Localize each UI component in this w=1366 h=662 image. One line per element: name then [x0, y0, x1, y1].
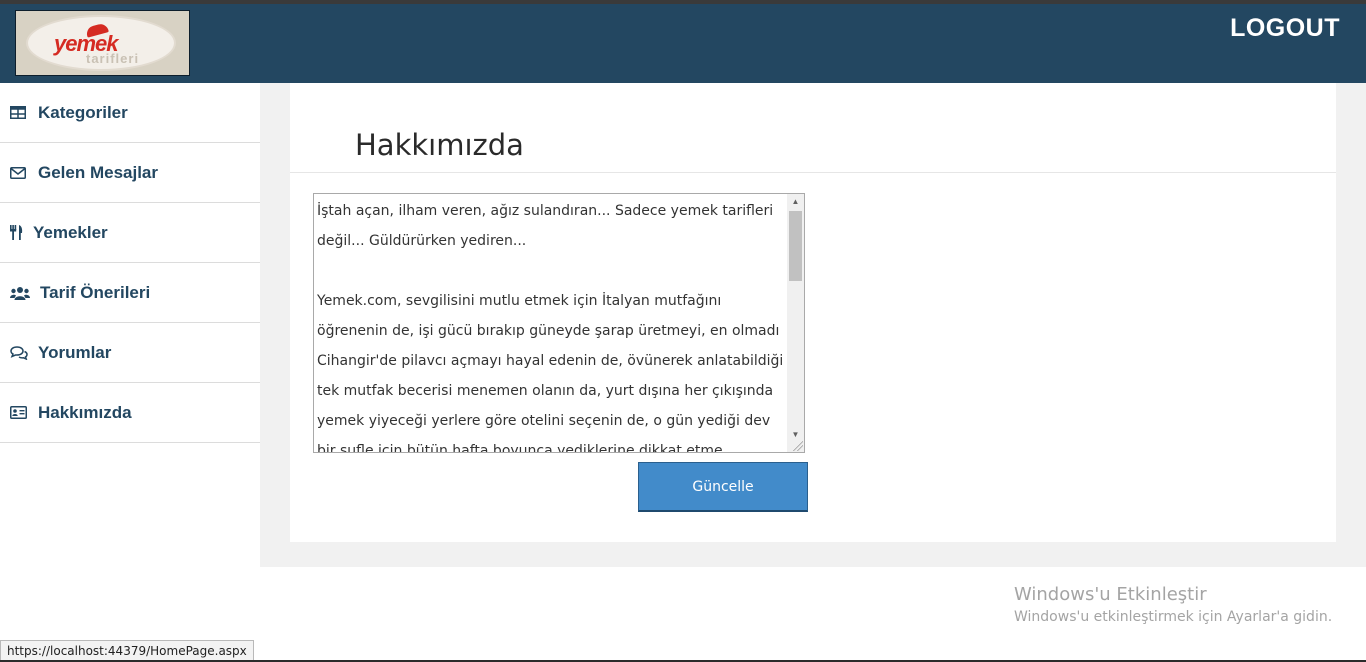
content-card: Hakkımızda İştah açan, ilham veren, ağız…: [290, 83, 1336, 542]
windows-activation-subtitle: Windows'u etkinleştirmek için Ayarlar'a …: [1014, 609, 1333, 625]
sidebar-item-yorumlar[interactable]: Yorumlar: [0, 323, 260, 383]
sidebar-item-label: Gelen Mesajlar: [38, 162, 159, 182]
logout-link[interactable]: LOGOUT: [1230, 14, 1340, 43]
envelope-icon: [10, 165, 28, 181]
windows-activation-title: Windows'u Etkinleştir: [1014, 584, 1207, 605]
utensils-icon: [10, 225, 23, 241]
logo-badge: yemek tarifleri: [26, 15, 176, 71]
id-card-icon: [10, 405, 28, 421]
sidebar-item-yemekler[interactable]: Yemekler: [0, 203, 260, 263]
comments-icon: [10, 345, 28, 361]
sidebar-item-label: Yorumlar: [38, 342, 112, 362]
scroll-thumb[interactable]: [789, 211, 802, 281]
divider: [290, 172, 1336, 173]
sidebar-item-label: Hakkımızda: [38, 402, 132, 422]
scroll-down-arrow-icon[interactable]: ▼: [787, 427, 804, 442]
sidebar: Kategoriler Gelen Mesajlar Yemekler Tari…: [0, 83, 260, 567]
textarea-scrollbar[interactable]: ▲ ▼: [787, 194, 804, 452]
about-text[interactable]: İştah açan, ilham veren, ağız sulandıran…: [317, 196, 785, 452]
users-icon: [10, 285, 30, 301]
sidebar-item-hakkimizda[interactable]: Hakkımızda: [0, 383, 260, 443]
logo-sub-text: tarifleri: [86, 51, 140, 66]
sidebar-item-label: Yemekler: [33, 222, 108, 242]
sidebar-item-kategoriler[interactable]: Kategoriler: [0, 83, 260, 143]
scroll-up-arrow-icon[interactable]: ▲: [787, 194, 804, 209]
about-textarea[interactable]: İştah açan, ilham veren, ağız sulandıran…: [313, 193, 805, 453]
update-button[interactable]: Güncelle: [638, 462, 808, 512]
sidebar-item-label: Kategoriler: [38, 102, 128, 122]
resize-grip-icon[interactable]: [793, 441, 803, 451]
table-icon: [10, 105, 28, 121]
sidebar-item-gelen-mesajlar[interactable]: Gelen Mesajlar: [0, 143, 260, 203]
sidebar-item-label: Tarif Önerileri: [40, 282, 151, 302]
status-bar-url: https://localhost:44379/HomePage.aspx: [0, 640, 254, 662]
site-logo[interactable]: yemek tarifleri: [15, 10, 190, 76]
top-header: yemek tarifleri LOGOUT: [0, 4, 1366, 83]
sidebar-item-tarif-onerileri[interactable]: Tarif Önerileri: [0, 263, 260, 323]
page-title: Hakkımızda: [355, 128, 524, 163]
